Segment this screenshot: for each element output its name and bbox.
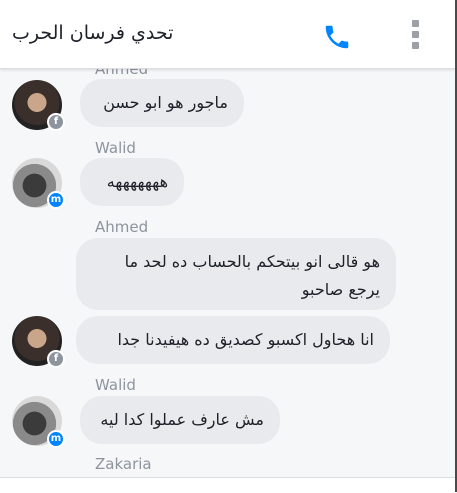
message-bubble[interactable]: انا هحاول اكسبو كصديق ده هيفيدنا جدا: [76, 316, 390, 364]
more-vertical-icon[interactable]: [404, 18, 426, 52]
facebook-badge-icon: f: [47, 113, 65, 131]
message-bubble[interactable]: هو قالى انو بيتحكم بالحساب ده لحد ما يرج…: [76, 238, 396, 310]
message-text: ماجور هو ابو حسن: [103, 93, 228, 112]
messenger-badge-icon: m: [47, 430, 65, 448]
message-text: هههههههه: [106, 172, 168, 191]
composer-bar: [0, 477, 455, 493]
sender-name: Ahmed: [95, 218, 149, 236]
sender-name: Zakaria: [95, 455, 152, 473]
messenger-badge-icon: m: [47, 191, 65, 209]
sender-name: Walid: [95, 139, 136, 157]
message-text-line: هو قالى انو بيتحكم بالحساب ده لحد ما: [124, 252, 380, 271]
message-bubble[interactable]: هههههههه: [80, 158, 184, 206]
sender-name: Walid: [95, 376, 136, 394]
message-bubble[interactable]: مش عارف عملوا كدا ليه: [80, 396, 280, 444]
phone-icon[interactable]: [322, 22, 352, 52]
page-title: تحدي فرسان الحرب: [12, 22, 174, 44]
facebook-badge-icon: f: [47, 350, 65, 368]
message-text-line: يرجع صاحبو: [301, 280, 380, 299]
chat-header: تحدي فرسان الحرب: [0, 0, 455, 69]
message-text: انا هحاول اكسبو كصديق ده هيفيدنا جدا: [117, 330, 374, 349]
message-text: مش عارف عملوا كدا ليه: [100, 410, 264, 429]
message-bubble[interactable]: ماجور هو ابو حسن: [80, 79, 244, 127]
message-thread[interactable]: Ahmed f ماجور هو ابو حسن Walid m ههههههه…: [0, 0, 455, 492]
